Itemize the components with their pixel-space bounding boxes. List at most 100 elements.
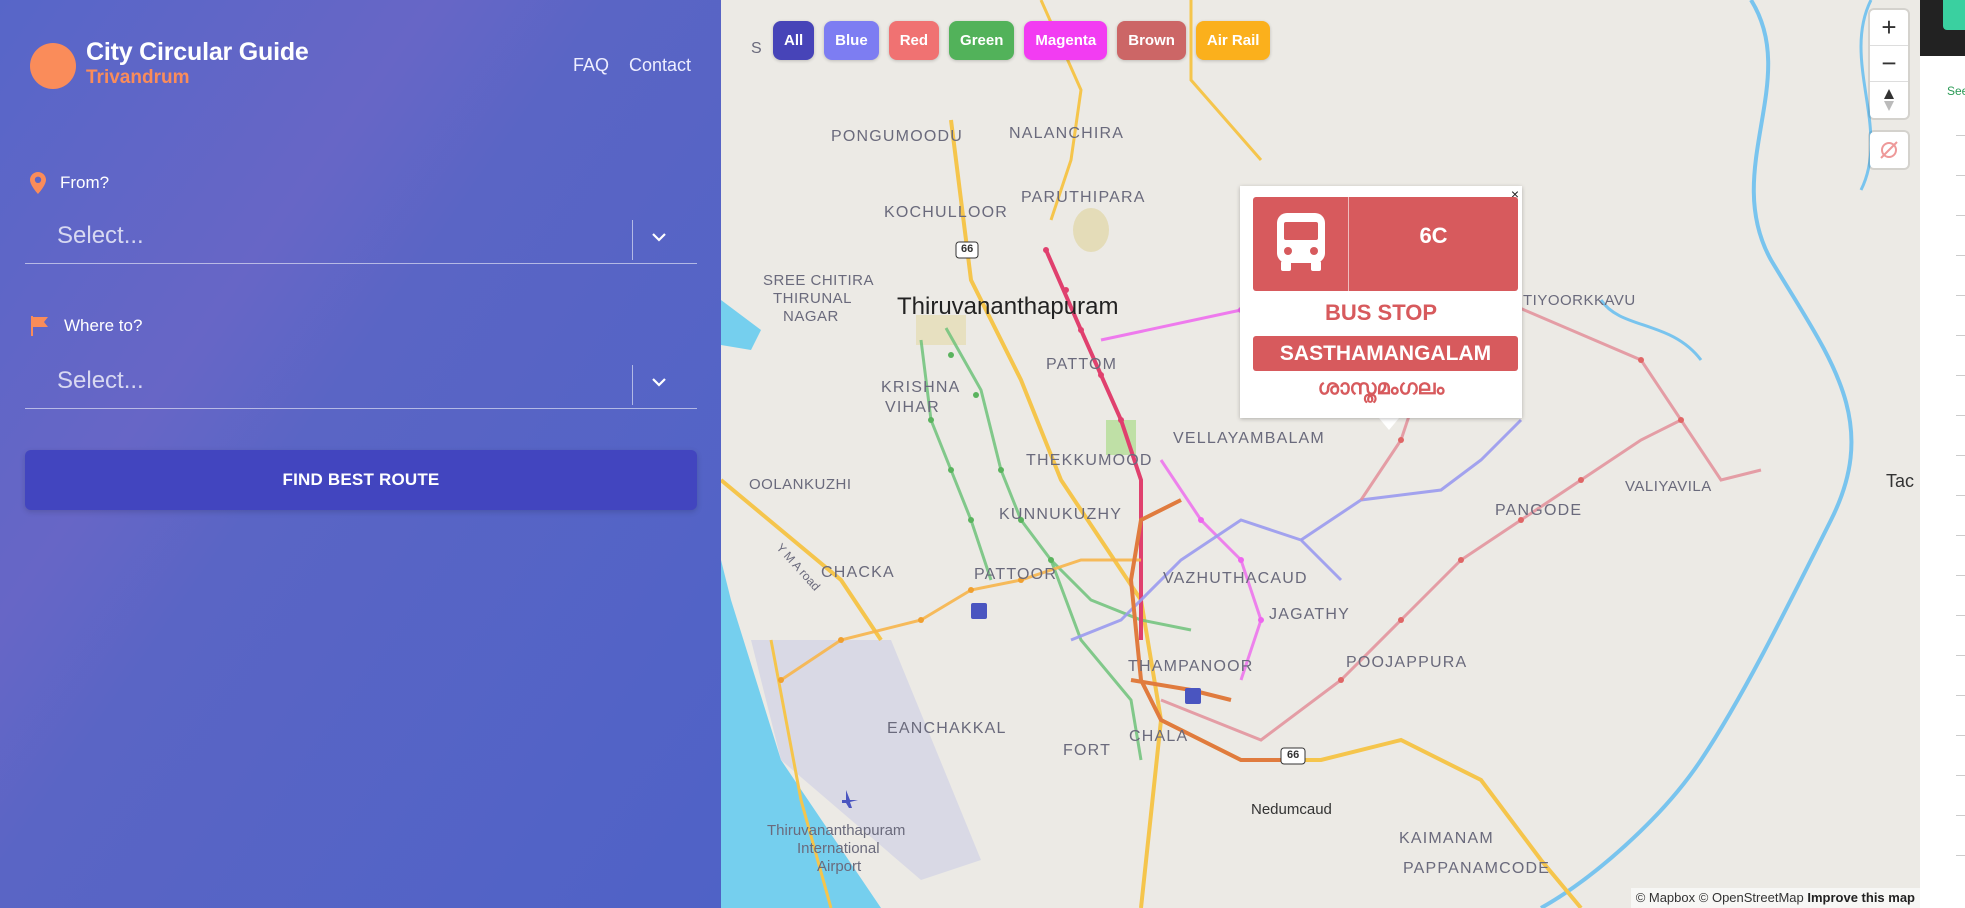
osm-link[interactable]: © OpenStreetMap (1699, 890, 1804, 905)
from-label: From? (60, 173, 110, 192)
logo (30, 43, 76, 89)
airport-label: Airport (817, 858, 862, 875)
filter-all-button[interactable]: All (773, 21, 815, 60)
map-attribution: © Mapbox © OpenStreetMap Improve this ma… (1630, 888, 1920, 908)
route-number: 6C (1419, 223, 1448, 248)
nav-faq-link[interactable]: FAQ (573, 55, 609, 76)
panel-divider (1956, 775, 1965, 776)
compass-icon (1884, 89, 1894, 111)
panel-divider (1956, 615, 1965, 616)
select-divider (632, 365, 633, 405)
highway-number-label: 66 (1287, 749, 1300, 761)
filter-green-button[interactable]: Green (949, 21, 1015, 60)
place-label: EANCHAKKAL (887, 720, 1007, 737)
panel-divider (1956, 135, 1965, 136)
zoom-in-button[interactable]: + (1870, 10, 1908, 46)
to-select[interactable]: Select... (25, 353, 697, 409)
place-label: Nedumcaud (1251, 801, 1332, 818)
river (1599, 299, 1703, 361)
panel-divider (1956, 415, 1965, 416)
panel-divider (1956, 535, 1965, 536)
zoom-controls: + − (1870, 10, 1908, 118)
panel-divider (1956, 295, 1965, 296)
geolocate-disabled-icon (1880, 141, 1898, 159)
filter-magenta-button[interactable]: Magenta (1024, 21, 1108, 60)
place-label: VALIYAVILA (1625, 478, 1712, 495)
geolocate-button[interactable] (1870, 132, 1908, 168)
panel-link[interactable]: See (1947, 84, 1965, 98)
filter-blue-button[interactable]: Blue (824, 21, 879, 60)
place-label: JAGATHY (1269, 606, 1351, 623)
place-label: PANGODE (1495, 502, 1583, 519)
place-label: NALANCHIRA (1009, 125, 1125, 142)
place-label: KAIMANAM (1399, 830, 1494, 847)
place-label: TIYOORKKAVU (1523, 292, 1636, 309)
brand[interactable]: City Circular Guide Trivandrum (30, 38, 309, 90)
place-label: FORT (1063, 742, 1112, 759)
panel-divider (1956, 855, 1965, 856)
panel-divider (1956, 455, 1965, 456)
nav-contact-link[interactable]: Contact (629, 55, 691, 76)
panel-divider (1956, 335, 1965, 336)
place-label: KUNNUKUZHY (999, 506, 1123, 523)
top-nav: FAQ Contact (573, 55, 691, 76)
flag-icon (31, 316, 48, 336)
place-label: PARUTHIPARA (1021, 189, 1146, 206)
place-label: KOCHULLOOR (884, 204, 1009, 221)
to-placeholder: Select... (57, 367, 144, 394)
train-station-icon (971, 603, 987, 619)
panel-divider (1956, 735, 1965, 736)
stop-name: SASTHAMANGALAM (1253, 336, 1518, 371)
from-select[interactable]: Select... (25, 208, 697, 264)
lake-area (721, 300, 761, 350)
filter-brown-button[interactable]: Brown (1117, 21, 1186, 60)
filter-airrail-button[interactable]: Air Rail (1195, 21, 1271, 60)
mapbox-link[interactable]: © Mapbox (1636, 890, 1695, 905)
bus-stop-popup: × 6C BUS STOP SASTHAMANGALAM ശാസ്തമംഗലം (1240, 186, 1522, 418)
side-panel-edge: See (1920, 0, 1965, 908)
place-label: PAPPANAMCODE (1403, 860, 1551, 877)
place-label: THIRUNAL (773, 290, 853, 307)
sidebar: City Circular Guide Trivandrum FAQ Conta… (0, 0, 721, 908)
place-label: VELLAYAMBALAM (1173, 430, 1325, 447)
find-route-button[interactable]: FIND BEST ROUTE (25, 450, 697, 510)
map-canvas[interactable]: 66 66 S PONGUMOODU NALANCHIRA KOCHULLOOR… (721, 0, 1920, 908)
place-label: PATTOM (1046, 356, 1118, 373)
map-pin-icon (30, 172, 46, 194)
place-label: POOJAPPURA (1346, 654, 1468, 671)
route-filter-bar: All Blue Red Green Magenta Brown Air Rai… (773, 21, 1271, 60)
place-label: THEKKUMOOD (1026, 452, 1153, 469)
place-label: KRISHNA (881, 379, 961, 396)
app-title: City Circular Guide (86, 38, 309, 66)
city-name: Trivandrum (86, 67, 190, 88)
from-placeholder: Select... (57, 222, 144, 249)
route-line-green (919, 339, 993, 581)
place-label: CHACKA (821, 564, 895, 581)
compass-button[interactable] (1870, 82, 1908, 118)
panel-divider (1956, 815, 1965, 816)
airport-label: Thiruvananthapuram (767, 822, 906, 839)
improve-map-link[interactable]: Improve this map (1807, 890, 1915, 905)
place-label: VIHAR (885, 399, 940, 416)
popup-tip (1379, 418, 1399, 430)
place-label: Tac (1886, 471, 1915, 491)
highway (1160, 718, 1583, 908)
stop-name-local: ശാസ്തമംഗലം (1317, 376, 1445, 399)
park-area (1073, 208, 1109, 252)
panel-divider (1956, 215, 1965, 216)
chevron-down-icon[interactable] (651, 232, 667, 242)
panel-divider (1956, 655, 1965, 656)
place-label: SREE CHITIRA (763, 272, 875, 289)
panel-divider (1956, 695, 1965, 696)
route-line-blue (1300, 418, 1523, 542)
panel-badge[interactable] (1943, 0, 1965, 30)
select-divider (632, 220, 633, 260)
place-label: OOLANKUZHI (749, 476, 852, 493)
airport-label: International (797, 840, 880, 857)
panel-divider (1956, 495, 1965, 496)
zoom-out-button[interactable]: − (1870, 46, 1908, 82)
panel-divider (1956, 375, 1965, 376)
chevron-down-icon[interactable] (651, 377, 667, 387)
bus-icon (1277, 213, 1325, 271)
filter-red-button[interactable]: Red (888, 21, 940, 60)
